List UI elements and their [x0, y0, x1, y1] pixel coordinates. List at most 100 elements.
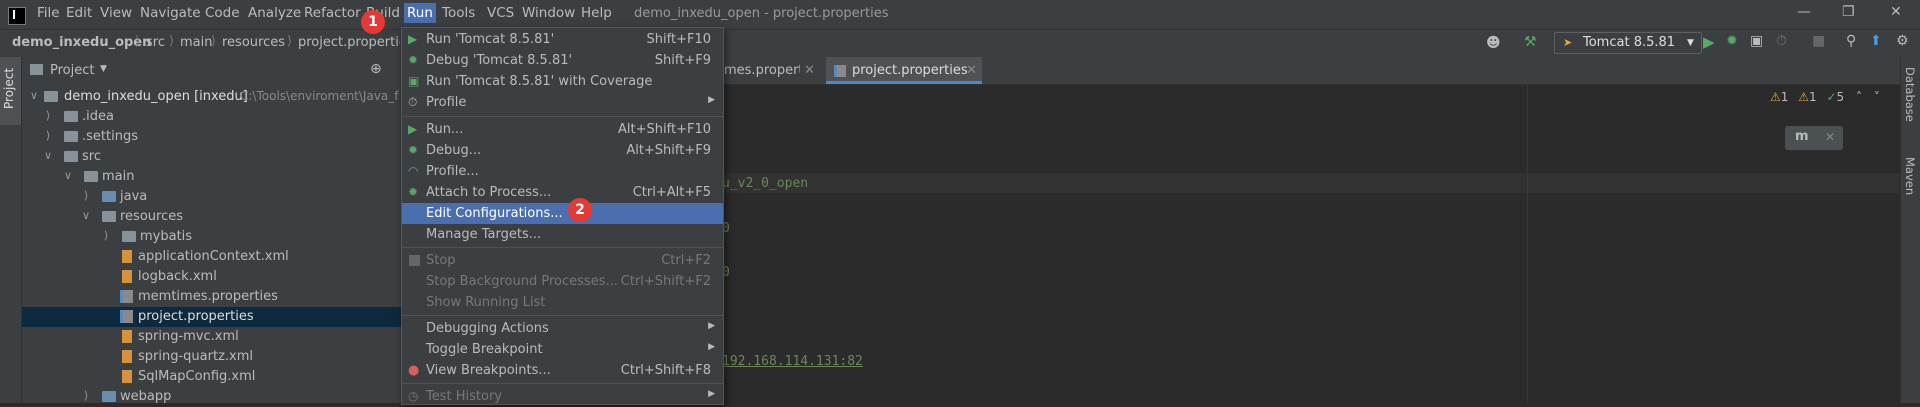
- tree-row-idea[interactable]: ⟩ .idea: [22, 107, 402, 127]
- menu-item-edit-configurations[interactable]: Edit Configurations...: [402, 203, 723, 224]
- tree-row-java[interactable]: ⟩ java: [22, 187, 402, 207]
- chevron-right-icon[interactable]: ⟩: [84, 389, 88, 402]
- menu-navigate[interactable]: Navigate: [140, 5, 201, 21]
- maven-reload-icon[interactable]: m: [1795, 129, 1809, 144]
- chevron-down-icon[interactable]: ∨: [82, 209, 90, 222]
- chevron-right-icon[interactable]: ⟩: [46, 109, 50, 122]
- tree-row-main[interactable]: ∨ main: [22, 167, 402, 187]
- profile-icon[interactable]: ⏱: [1776, 33, 1787, 49]
- run-configuration-selector[interactable]: ➤ Tomcat 8.5.81 ▼: [1554, 32, 1702, 54]
- window-title: demo_inxedu_open - project.properties: [634, 6, 889, 21]
- menu-item-run-coverage[interactable]: ▣ Run 'Tomcat 8.5.81' with Coverage: [402, 71, 723, 92]
- tab-label: mes.properties: [724, 63, 800, 78]
- tree-row-file[interactable]: logback.xml: [22, 267, 402, 287]
- close-icon[interactable]: ✕: [1890, 4, 1902, 20]
- build-hammer-icon[interactable]: ⚒: [1524, 34, 1537, 50]
- menu-help[interactable]: Help: [581, 5, 612, 21]
- tree-row-webapp[interactable]: ⟩ webapp: [22, 387, 402, 407]
- xml-file-icon: [122, 330, 132, 343]
- breadcrumb-project[interactable]: demo_inxedu_open: [12, 35, 151, 50]
- menu-vcs[interactable]: VCS: [487, 5, 514, 21]
- tree-row-file[interactable]: SqlMapConfig.xml: [22, 367, 402, 387]
- menu-item-test-history[interactable]: ◷ Test History ▶: [402, 386, 723, 407]
- menu-item-debug-tomcat[interactable]: ✹ Debug 'Tomcat 8.5.81' Shift+F9: [402, 50, 723, 71]
- profile-icon: ⏱: [408, 95, 418, 109]
- chevron-down-icon[interactable]: ˅: [1874, 90, 1880, 104]
- menu-view[interactable]: View: [100, 5, 132, 21]
- menu-item-shortcut: Ctrl+F2: [661, 253, 711, 268]
- menu-item-manage-targets[interactable]: Manage Targets...: [402, 224, 723, 245]
- breadcrumb-src[interactable]: src: [146, 35, 165, 50]
- menu-tools[interactable]: Tools: [442, 5, 475, 21]
- inspection-widget[interactable]: ⚠1 ⚠1 ✓5 ˄ ˅: [1770, 90, 1880, 104]
- menu-item-run-tomcat[interactable]: ▶ Run 'Tomcat 8.5.81' Shift+F10: [402, 29, 723, 50]
- tree-row-settings[interactable]: ⟩ .settings: [22, 127, 402, 147]
- menu-item-debugging-actions[interactable]: Debugging Actions ▶: [402, 318, 723, 339]
- project-panel-header: Project ▼ ⊕: [22, 57, 402, 85]
- settings-icon[interactable]: ⚙: [1896, 33, 1909, 49]
- maven-tool-tab[interactable]: Maven: [1903, 157, 1917, 195]
- chevron-right-icon[interactable]: ⟩: [46, 129, 50, 142]
- locate-icon[interactable]: ⊕: [370, 61, 382, 77]
- project-panel-title[interactable]: Project: [50, 63, 94, 78]
- close-icon[interactable]: ✕: [1825, 130, 1835, 144]
- tree-label: java: [120, 189, 148, 204]
- close-icon[interactable]: ✕: [804, 63, 815, 78]
- run-icon[interactable]: ▶: [1703, 33, 1715, 51]
- breadcrumb-main[interactable]: main: [180, 35, 212, 50]
- chevron-down-icon[interactable]: ∨: [64, 169, 72, 182]
- tree-row-file[interactable]: spring-mvc.xml: [22, 327, 402, 347]
- tree-row-file[interactable]: applicationContext.xml: [22, 247, 402, 267]
- menu-code[interactable]: Code: [205, 5, 240, 21]
- menu-separator: [402, 315, 723, 316]
- update-icon[interactable]: ⬆: [1870, 33, 1882, 49]
- weak-warning-count: 1: [1809, 90, 1817, 104]
- menu-item-attach-process[interactable]: ✹ Attach to Process... Ctrl+Alt+F5: [402, 182, 723, 203]
- tree-row-src[interactable]: ∨ src: [22, 147, 402, 167]
- menu-run[interactable]: Run: [404, 3, 436, 23]
- menu-item-run[interactable]: ▶ Run... Alt+Shift+F10: [402, 119, 723, 140]
- menu-refactor[interactable]: Refactor: [304, 5, 361, 21]
- menu-item-stop-background[interactable]: Stop Background Processes... Ctrl+Shift+…: [402, 271, 723, 292]
- chevron-down-icon[interactable]: ▼: [100, 64, 107, 74]
- menu-item-debug[interactable]: ✹ Debug... Alt+Shift+F9: [402, 140, 723, 161]
- tree-row-file[interactable]: spring-quartz.xml: [22, 347, 402, 367]
- chevron-right-icon[interactable]: ⟩: [104, 229, 108, 242]
- menu-item-profile[interactable]: ◠ Profile...: [402, 161, 723, 182]
- user-icon[interactable]: ☻: [1486, 35, 1501, 51]
- breadcrumb-resources[interactable]: resources: [222, 35, 285, 50]
- chevron-down-icon[interactable]: ∨: [30, 89, 38, 102]
- debug-icon[interactable]: ✹: [1726, 33, 1738, 49]
- menu-item-view-breakpoints[interactable]: ● View Breakpoints... Ctrl+Shift+F8: [402, 360, 723, 381]
- close-icon[interactable]: ✕: [966, 63, 977, 78]
- menu-file[interactable]: File: [37, 5, 60, 21]
- chevron-down-icon[interactable]: ∨: [44, 149, 52, 162]
- menu-item-stop[interactable]: Stop Ctrl+F2: [402, 250, 723, 271]
- tree-row-project-root[interactable]: ∨ demo_inxedu_open [inxedu] C:\Tools\env…: [22, 87, 402, 107]
- search-icon[interactable]: ⚲: [1846, 33, 1856, 49]
- menu-edit[interactable]: Edit: [66, 5, 92, 21]
- chevron-right-icon[interactable]: ⟩: [84, 189, 88, 202]
- coverage-icon[interactable]: ▣: [1750, 33, 1763, 49]
- breadcrumb-file[interactable]: project.properties: [298, 35, 400, 50]
- menu-item-label: Toggle Breakpoint: [426, 342, 543, 357]
- tree-row-file[interactable]: memtimes.properties: [22, 287, 402, 307]
- tab-memtimes-properties[interactable]: mes.properties ✕: [722, 57, 822, 84]
- tree-row-resources[interactable]: ∨ resources: [22, 207, 402, 227]
- menu-item-toggle-breakpoint[interactable]: Toggle Breakpoint ▶: [402, 339, 723, 360]
- tree-row-mybatis[interactable]: ⟩ mybatis: [22, 227, 402, 247]
- menu-analyze[interactable]: Analyze: [248, 5, 301, 21]
- maven-reload-popup[interactable]: m ✕: [1785, 126, 1843, 150]
- chevron-up-icon[interactable]: ˄: [1856, 90, 1862, 104]
- xml-file-icon: [122, 350, 132, 363]
- stop-icon[interactable]: ■: [1812, 33, 1825, 49]
- menu-item-show-running-list[interactable]: Show Running List: [402, 292, 723, 313]
- database-tool-tab[interactable]: Database: [1903, 67, 1917, 122]
- menu-item-profile-submenu[interactable]: ⏱ Profile ▶: [402, 92, 723, 113]
- project-tool-tab[interactable]: Project: [0, 57, 21, 125]
- menu-window[interactable]: Window: [522, 5, 575, 21]
- tree-row-file-selected[interactable]: project.properties: [22, 307, 402, 327]
- tab-project-properties[interactable]: project.properties ✕: [826, 57, 982, 84]
- minimize-icon[interactable]: —: [1797, 4, 1811, 20]
- restore-icon[interactable]: ❐: [1842, 4, 1855, 20]
